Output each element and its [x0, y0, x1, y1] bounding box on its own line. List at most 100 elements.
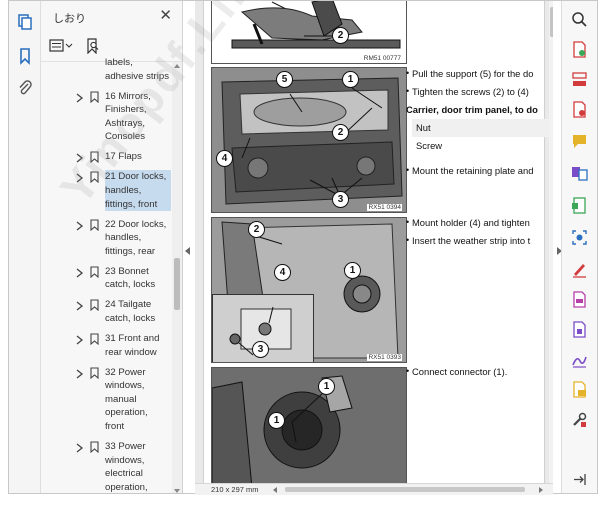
bookmark-label-line: 22 Door locks,: [105, 218, 167, 230]
chevron-right-icon[interactable]: [75, 333, 84, 345]
bookmark-label: 16 Mirrors, Finishers, Ashtrays, Consoles: [105, 90, 171, 144]
chevron-right-icon[interactable]: [75, 171, 84, 183]
bookmark-options-button[interactable]: [49, 37, 73, 55]
figure-callout: 3: [252, 341, 269, 358]
expand-panel-icon[interactable]: [571, 471, 588, 488]
bookmark-label: 17 Flaps: [105, 150, 171, 164]
bookmark-flag-icon: [90, 218, 99, 231]
figure-code: RM51 00777: [362, 55, 402, 62]
bookmark-flag-icon: [90, 366, 99, 379]
step-connect-connector: Connect connector (1).: [412, 366, 508, 377]
scroll-right-arrow-icon[interactable]: [539, 487, 543, 493]
bookmark-flag-icon: [90, 150, 99, 164]
bookmark-label-line: 24 Tailgate: [105, 299, 152, 311]
figure-code: RX51 0394: [367, 204, 402, 211]
horizontal-scroll-thumb[interactable]: [285, 487, 525, 492]
bookmark-label-line: catch, locks: [105, 279, 156, 291]
send-for-review-icon[interactable]: [571, 381, 588, 398]
bookmark-label-line: 32 Power: [105, 366, 146, 378]
figure-connector: 1 1: [211, 367, 407, 487]
bookmark-label-line: operation,: [105, 481, 148, 493]
bookmark-label-line: 21 Door locks,: [105, 171, 167, 183]
bookmark-label-line: Ashtrays,: [105, 117, 145, 129]
export-pdf-icon[interactable]: [571, 101, 588, 118]
fill-sign-icon[interactable]: [571, 261, 588, 278]
torque-table-row-nut: Nut: [412, 119, 552, 137]
pdf-page: 2 RM51 00777 5 1 2 4 3 RX51 0394 2 1 4 3…: [203, 1, 552, 487]
scroll-up-arrow-icon[interactable]: [174, 64, 180, 68]
chevron-right-icon[interactable]: [75, 299, 84, 311]
bookmark-label-line: handles,: [105, 184, 142, 196]
attachment-icon[interactable]: [16, 79, 34, 97]
compress-pdf-icon[interactable]: [571, 197, 588, 214]
pages-icon[interactable]: [16, 13, 34, 31]
find-bookmark-button[interactable]: [85, 37, 101, 55]
organize-pages-icon[interactable]: [571, 71, 588, 88]
bookmark-label: 31 Front and rear window: [105, 332, 171, 359]
close-panel-button[interactable]: ✕: [159, 6, 172, 24]
bookmark-label-line: manual: [105, 393, 137, 405]
bookmark-label-line: 31 Front and: [105, 333, 160, 344]
figure-callout: 2: [332, 27, 349, 44]
zoom-search-icon[interactable]: [571, 11, 588, 28]
request-signature-icon[interactable]: [571, 351, 588, 368]
bookmark-flag-icon: [90, 90, 99, 103]
bookmark-label: 23 Bonnet catch, locks: [105, 265, 171, 292]
combine-files-icon[interactable]: [571, 165, 588, 182]
pdf-viewer-window: しおり ✕ labels, adhesive strips 16 Mirrors, F…: [8, 0, 598, 495]
bookmark-label: 21 Door locks, handles, fittings, front: [105, 170, 171, 212]
bookmark-label-line: 16 Mirrors,: [105, 90, 151, 102]
bookmark-label-line: Consoles: [105, 131, 145, 143]
more-tools-icon[interactable]: [571, 411, 588, 428]
scroll-left-arrow-icon[interactable]: [273, 487, 277, 493]
document-scrollbar[interactable]: [549, 1, 553, 495]
bullet-marker: •: [406, 217, 410, 227]
bullet-marker: •: [406, 235, 410, 245]
bookmark-flag-icon: [90, 265, 99, 278]
bullet-marker: •: [406, 165, 410, 175]
document-scroll-thumb[interactable]: [550, 7, 553, 37]
scan-ocr-icon[interactable]: [571, 229, 588, 246]
torque-table-heading: Carrier, door trim panel, to do: [406, 104, 538, 115]
tools-rail: [561, 1, 597, 493]
figure-holder: 2 1 4 3 RX51 0393: [211, 217, 407, 363]
figure-callout: 1: [342, 71, 359, 88]
figure-callout: 1: [268, 412, 285, 429]
edit-pdf-icon[interactable]: [571, 291, 588, 308]
collapse-left-panel-icon[interactable]: [185, 247, 190, 255]
panel-scrollbar[interactable]: [172, 62, 182, 493]
bookmark-label-line: handles,: [105, 232, 142, 244]
bookmark-label-line: 33 Power: [105, 441, 146, 452]
document-view[interactable]: 2 RM51 00777 5 1 2 4 3 RX51 0394 2 1 4 3…: [195, 1, 553, 495]
bullet-marker: •: [406, 366, 410, 376]
bookmark-label-line: fittings, rear: [105, 245, 156, 257]
step-insert-weather-strip: Insert the weather strip into t: [412, 235, 531, 246]
bookmark-label-line: windows,: [105, 380, 145, 392]
left-navigation-rail: [9, 1, 41, 493]
bookmark-label-line: Finishers,: [105, 104, 147, 116]
comment-icon[interactable]: [571, 133, 588, 150]
bookmark-label-line: catch, locks: [105, 312, 156, 324]
scroll-down-arrow-icon[interactable]: [174, 489, 180, 493]
bookmark-icon[interactable]: [16, 47, 34, 65]
bookmark-label-line: rear window: [105, 346, 157, 358]
chevron-right-icon[interactable]: [75, 441, 84, 453]
protect-pdf-icon[interactable]: [571, 321, 588, 338]
bookmark-flag-icon: [90, 440, 99, 454]
bookmark-label: 32 Power windows, manual operation, front: [105, 366, 171, 434]
chevron-right-icon[interactable]: [75, 91, 84, 103]
figure-callout: 4: [216, 150, 233, 167]
bookmark-label-line: operation,: [105, 407, 148, 419]
chevron-right-icon[interactable]: [75, 151, 84, 163]
bookmark-label-line: 17 Flaps: [105, 151, 142, 163]
step-pull-support: Pull the support (5) for the do: [412, 68, 534, 79]
figure-support: 2 RM51 00777: [211, 1, 407, 64]
chevron-right-icon[interactable]: [75, 266, 84, 278]
panel-scroll-thumb[interactable]: [174, 258, 180, 310]
create-pdf-icon[interactable]: [571, 41, 588, 58]
bookmark-label: labels, adhesive strips: [105, 56, 171, 83]
bullet-marker: •: [406, 86, 410, 96]
chevron-right-icon[interactable]: [75, 367, 84, 379]
chevron-right-icon[interactable]: [75, 219, 84, 231]
status-bar: 210 x 297 mm: [195, 483, 553, 495]
